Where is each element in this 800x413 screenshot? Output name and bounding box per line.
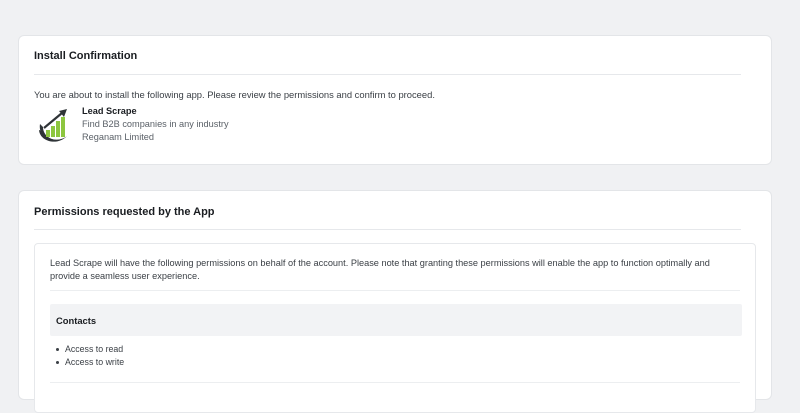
install-divider — [34, 74, 741, 75]
permissions-title: Permissions requested by the App — [34, 206, 215, 218]
install-confirmation-card: Install Confirmation You are about to in… — [18, 35, 772, 165]
permissions-panel-divider — [50, 290, 740, 291]
growth-chart-logo-icon — [34, 106, 72, 146]
app-vendor: Reganam Limited — [82, 132, 155, 142]
permission-item-label: Access to write — [65, 357, 125, 367]
app-name: Lead Scrape — [82, 106, 137, 116]
bullet-icon — [56, 348, 59, 351]
install-confirmation-title: Install Confirmation — [34, 50, 138, 62]
permissions-card: Permissions requested by the App Lead Sc… — [18, 190, 772, 413]
permission-group-title: Contacts — [56, 315, 97, 326]
permission-group-header: Contacts — [50, 304, 742, 336]
permissions-intro-text: Lead Scrape will have the following perm… — [50, 258, 710, 281]
permission-list: Access to read Access to write — [50, 343, 124, 369]
bullet-icon — [56, 361, 59, 364]
permission-item: Access to read — [50, 343, 124, 356]
app-description: Find B2B companies in any industry — [82, 119, 229, 129]
permissions-divider — [34, 229, 741, 230]
permission-item: Access to write — [50, 356, 124, 369]
permissions-panel: Lead Scrape will have the following perm… — [34, 243, 756, 413]
install-intro-text: You are about to install the following a… — [34, 89, 435, 100]
permission-item-label: Access to read — [65, 344, 124, 354]
